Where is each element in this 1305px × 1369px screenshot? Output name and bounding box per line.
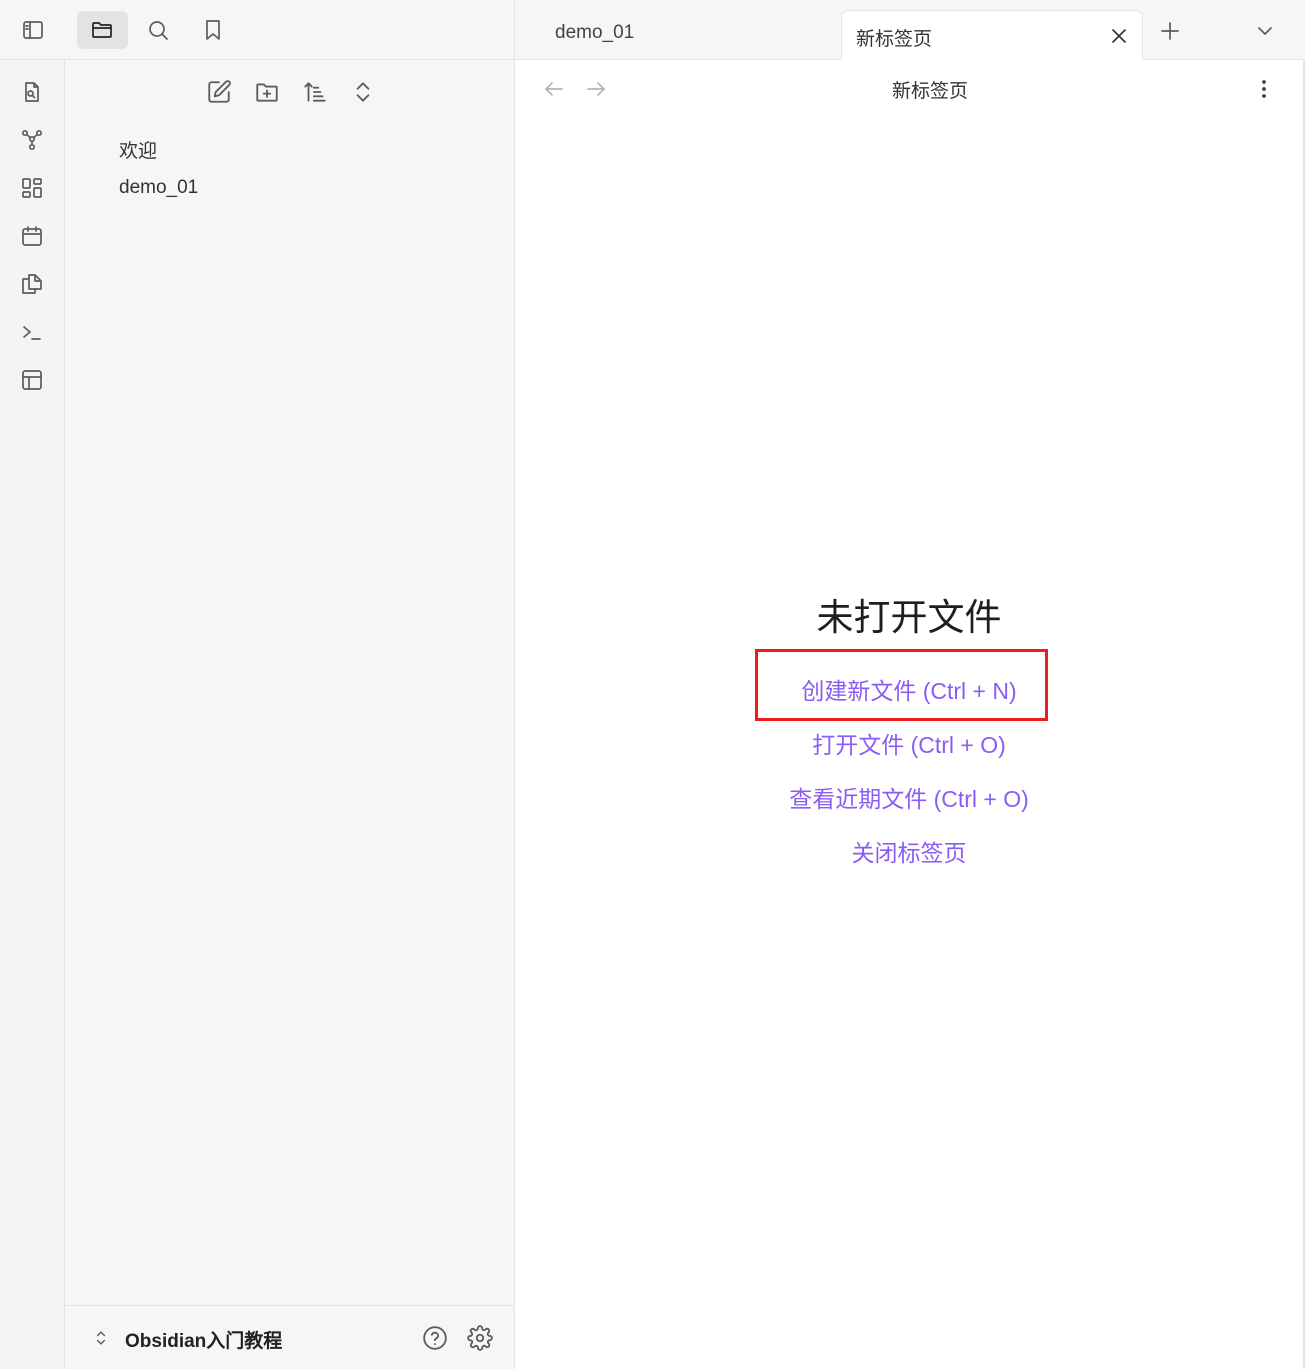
- more-options-icon[interactable]: [1251, 76, 1277, 102]
- sidebar-header: [0, 0, 515, 60]
- settings-gear-icon[interactable]: [466, 1324, 494, 1352]
- empty-state-title: 未打开文件: [816, 597, 1002, 638]
- graph-view-icon[interactable]: [19, 127, 45, 153]
- search-icon[interactable]: [145, 17, 171, 43]
- layout-icon[interactable]: [19, 367, 45, 393]
- quick-switcher-icon[interactable]: [19, 79, 45, 105]
- vault-switcher: Obsidian入门教程: [65, 1305, 514, 1369]
- new-note-icon[interactable]: [205, 78, 233, 106]
- help-icon[interactable]: [421, 1324, 449, 1352]
- tab-new-tab-label: 新标签页: [856, 29, 933, 50]
- expand-collapse-icon[interactable]: [349, 78, 377, 106]
- main-view: 新标签页 未打开文件 创建新文件 (Ctrl + N) 打开文件 (Ctrl +…: [515, 60, 1305, 1369]
- chevron-updown-icon[interactable]: [87, 1324, 115, 1352]
- tab-new-tab[interactable]: 新标签页: [841, 10, 1143, 60]
- open-file-link[interactable]: 打开文件 (Ctrl + O): [515, 726, 1303, 760]
- file-explorer: 欢迎 demo_01 Obsidian入门教程: [65, 60, 515, 1369]
- file-item-demo-01[interactable]: demo_01: [119, 177, 198, 199]
- templates-icon[interactable]: [19, 271, 45, 297]
- ribbon: [0, 60, 65, 1369]
- tab-list-chevron-down-icon[interactable]: [1252, 18, 1278, 44]
- create-new-file-link[interactable]: 创建新文件 (Ctrl + N): [515, 672, 1303, 706]
- view-title: 新标签页: [891, 81, 968, 102]
- close-icon[interactable]: [1106, 23, 1132, 49]
- calendar-icon[interactable]: [19, 223, 45, 249]
- sort-icon[interactable]: [301, 78, 329, 106]
- recent-files-link[interactable]: 查看近期文件 (Ctrl + O): [515, 780, 1303, 814]
- file-item-welcome[interactable]: 欢迎: [119, 136, 157, 163]
- sidebar-toggle-icon[interactable]: [20, 17, 46, 43]
- bookmark-icon[interactable]: [200, 17, 226, 43]
- vault-name[interactable]: Obsidian入门教程: [125, 1326, 282, 1353]
- canvas-icon[interactable]: [19, 175, 45, 201]
- command-palette-icon[interactable]: [19, 319, 45, 345]
- new-tab-plus-icon[interactable]: [1157, 18, 1183, 44]
- folder-icon[interactable]: [89, 17, 115, 43]
- new-folder-icon[interactable]: [253, 78, 281, 106]
- tab-bar: demo_01 新标签页: [515, 0, 1305, 60]
- close-tab-link[interactable]: 关闭标签页: [515, 834, 1303, 868]
